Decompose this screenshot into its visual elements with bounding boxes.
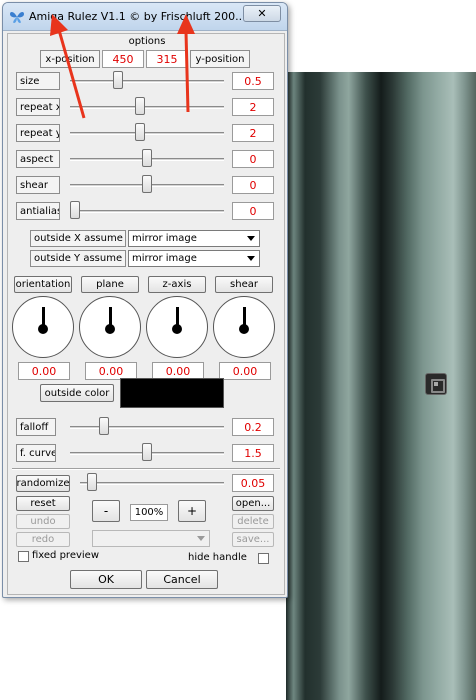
slider-value-field[interactable]: 0 [232,150,274,168]
y-position-field[interactable]: 315 [146,50,188,68]
slider-value-field[interactable]: 2 [232,124,274,142]
slider-label[interactable]: repeat y [16,124,60,142]
slider-value-field[interactable]: 0 [232,176,274,194]
x-position-field[interactable]: 450 [102,50,144,68]
slider-track[interactable] [70,80,224,83]
slider-track[interactable] [70,106,224,109]
preset-select[interactable] [92,530,210,547]
slider-track[interactable] [70,132,224,135]
rotation-dial[interactable] [79,296,141,358]
outside-x-assume-value: mirror image [132,233,197,244]
dial-hub [38,324,48,334]
chevron-down-icon [197,536,205,541]
dial-label[interactable]: z-axis [148,276,206,293]
dial-hub [172,324,182,334]
dial-hub [239,324,249,334]
cancel-button[interactable]: Cancel [146,570,218,589]
randomize-track[interactable] [80,482,224,485]
divider [12,468,280,470]
reset-button[interactable]: reset [16,496,70,511]
canvas-top-area [286,0,476,72]
slider-value-field[interactable]: 2 [232,98,274,116]
f-curve-value-field[interactable]: 1.5 [232,444,274,462]
slider-value-field[interactable]: 0.5 [232,72,274,90]
outside-x-assume-select[interactable]: mirror image [128,230,260,247]
save-button[interactable]: save... [232,532,274,547]
zoom-out-button[interactable]: - [92,500,120,522]
slider-thumb[interactable] [70,201,80,219]
slider-thumb[interactable] [142,175,152,193]
f-curve-label[interactable]: f. curve [16,444,56,462]
dial-hub [105,324,115,334]
fixed-preview-checkbox[interactable] [18,551,29,562]
rotation-dial[interactable] [213,296,275,358]
x-position-button[interactable]: x-position [40,50,100,68]
title-bar[interactable]: Amiga Rulez V1.1 © by Frischluft 200... … [3,3,287,31]
outside-color-button[interactable]: outside color [40,384,114,402]
slider-thumb[interactable] [113,71,124,89]
slider-value-field[interactable]: 0 [232,202,274,220]
outside-x-assume-label: outside X assume [30,230,126,247]
randomize-button[interactable]: randomize [16,475,70,492]
fixed-preview-label: fixed preview [32,550,100,561]
slider-thumb[interactable] [134,123,145,141]
rotation-dial[interactable] [146,296,208,358]
center-handle-icon[interactable] [425,373,447,395]
chevron-down-icon [247,256,255,261]
outside-y-assume-select[interactable]: mirror image [128,250,260,267]
slider-thumb[interactable] [142,149,152,167]
dialog-body: options x-position 450 315 y-position si… [7,33,285,595]
slider-label[interactable]: shear [16,176,60,194]
randomize-slider-thumb[interactable] [86,473,97,491]
slider-thumb[interactable] [134,97,145,115]
f-curve-slider-thumb[interactable] [142,443,152,461]
outside-color-swatch[interactable] [120,378,224,408]
slider-track[interactable] [70,210,224,213]
falloff-track[interactable] [70,426,224,429]
undo-button[interactable]: undo [16,514,70,529]
slider-label[interactable]: repeat x [16,98,60,116]
zoom-level-field[interactable]: 100% [130,504,168,521]
outside-y-assume-label: outside Y assume [30,250,126,267]
outside-y-assume-value: mirror image [132,253,197,264]
preview-canvas[interactable] [286,72,476,700]
dial-value-field[interactable]: 0.00 [219,362,271,380]
hide-handle-checkbox[interactable] [258,553,269,564]
delete-button[interactable]: delete [232,514,274,529]
open-button[interactable]: open... [232,496,274,511]
butterfly-icon [10,12,24,23]
ok-button[interactable]: OK [70,570,142,589]
hide-handle-label: hide handle [188,552,247,563]
y-position-button[interactable]: y-position [190,50,250,68]
zoom-in-button[interactable]: + [178,500,206,522]
falloff-slider-thumb[interactable] [98,417,109,435]
dial-label[interactable]: orientation [14,276,72,293]
slider-label[interactable]: size [16,72,60,90]
redo-button[interactable]: redo [16,532,70,547]
dial-label[interactable]: shear [215,276,273,293]
dial-label[interactable]: plane [81,276,139,293]
randomize-value-field[interactable]: 0.05 [232,474,274,492]
dial-value-field[interactable]: 0.00 [18,362,70,380]
falloff-label[interactable]: falloff [16,418,56,436]
plugin-dialog: Amiga Rulez V1.1 © by Frischluft 200... … [2,2,288,598]
rotation-dial[interactable] [12,296,74,358]
window-title: Amiga Rulez V1.1 © by Frischluft 200... [29,10,243,23]
chevron-down-icon [247,236,255,241]
close-button[interactable]: ✕ [243,5,281,22]
slider-label[interactable]: aspect [16,150,60,168]
slider-label[interactable]: antialias [16,202,60,220]
falloff-value-field[interactable]: 0.2 [232,418,274,436]
options-heading: options [128,36,166,47]
